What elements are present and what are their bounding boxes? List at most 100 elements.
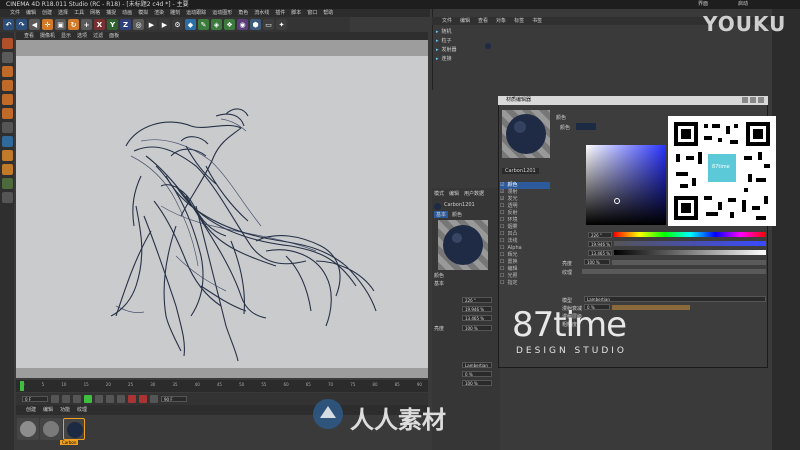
material-menu-item-3[interactable]: 纹理 — [77, 405, 87, 415]
menu-item-5[interactable]: 网格 — [90, 9, 100, 17]
attr-s-field[interactable]: 19.946 % — [462, 306, 492, 312]
channel-item[interactable]: ☐ 指定 — [500, 280, 550, 287]
viewport-menu-item-1[interactable]: 摄像机 — [40, 32, 55, 40]
keyframe-icon[interactable] — [150, 395, 158, 403]
color-swatch[interactable] — [576, 123, 596, 130]
x-axis-button[interactable]: X — [94, 19, 105, 30]
object-menu-item-0[interactable]: 文件 — [442, 17, 452, 25]
channel-checkbox-icon[interactable]: ☐ — [500, 203, 504, 210]
menu-item-12[interactable]: 运动图形 — [212, 9, 232, 17]
menu-item-2[interactable]: 创建 — [42, 9, 52, 17]
cube-icon[interactable]: ◆ — [185, 19, 196, 30]
menu-item-4[interactable]: 工具 — [74, 9, 84, 17]
hue-field[interactable]: 226 ° — [588, 232, 612, 238]
channel-item[interactable]: ☐ 凹凸 — [500, 231, 550, 238]
object-row[interactable]: ▸ 随机 — [436, 28, 496, 36]
viewport-menu-item-5[interactable]: 面板 — [109, 32, 119, 40]
menu-item-13[interactable]: 角色 — [238, 9, 248, 17]
record-icon[interactable] — [128, 395, 136, 403]
viewport-menu-item-0[interactable]: 查看 — [24, 32, 34, 40]
channel-item[interactable]: ☐ 法线 — [500, 238, 550, 245]
render-settings-icon[interactable]: ⚙ — [172, 19, 183, 30]
attr-brightness-field[interactable]: 100 % — [462, 325, 492, 331]
workplane-icon[interactable] — [1, 150, 13, 161]
end-frame-field[interactable]: 90 F — [161, 396, 187, 402]
menu-item-9[interactable]: 渲染 — [154, 9, 164, 17]
y-axis-button[interactable]: Y — [107, 19, 118, 30]
prev-key-icon[interactable] — [62, 395, 70, 403]
render-icon[interactable]: ▶ — [159, 19, 170, 30]
brightness-field[interactable]: 100 % — [584, 259, 610, 265]
maximize-icon[interactable] — [750, 97, 756, 103]
close-icon[interactable] — [758, 97, 764, 103]
value-slider[interactable] — [614, 250, 766, 255]
menu-item-7[interactable]: 动画 — [122, 9, 132, 17]
material-menu-item-0[interactable]: 创建 — [26, 405, 36, 415]
axis-mode-icon[interactable] — [1, 122, 13, 133]
next-frame-icon[interactable] — [95, 395, 103, 403]
menu-item-11[interactable]: 运动跟踪 — [186, 9, 206, 17]
object-menu-item-5[interactable]: 书签 — [532, 17, 542, 25]
play-icon[interactable] — [84, 395, 92, 403]
layout-value[interactable]: 启动 — [738, 0, 748, 9]
channel-item[interactable]: ☑ 漫射 — [500, 189, 550, 196]
channel-item[interactable]: ☐ Alpha — [500, 245, 550, 252]
rotate-icon[interactable]: ↻ — [68, 19, 79, 30]
material-tag-icon[interactable] — [485, 43, 491, 49]
menu-item-8[interactable]: 模拟 — [138, 9, 148, 17]
solo-icon[interactable] — [1, 192, 13, 203]
attr-model-field[interactable]: Lambertian — [462, 362, 492, 368]
attr-menu-item-2[interactable]: 用户数据 — [464, 190, 484, 197]
menu-item-14[interactable]: 流水线 — [254, 9, 269, 17]
attr-h-field[interactable]: 226 ° — [462, 297, 492, 303]
prev-frame-icon[interactable] — [73, 395, 81, 403]
viewport-render[interactable] — [16, 56, 428, 368]
channel-item[interactable]: ☐ 编辑 — [500, 266, 550, 273]
layout-label[interactable]: 界面 — [698, 0, 708, 9]
select-icon[interactable]: ◀ — [29, 19, 40, 30]
channel-checkbox-icon[interactable]: ☑ — [500, 189, 504, 196]
channel-item[interactable]: ☐ 辉光 — [500, 252, 550, 259]
subdivision-icon[interactable]: ◈ — [211, 19, 222, 30]
model-select[interactable]: Lambertian — [584, 296, 766, 302]
value-field[interactable]: 13.465 % — [588, 250, 612, 256]
channel-item[interactable]: ☐ 透明 — [500, 203, 550, 210]
goto-start-icon[interactable] — [51, 395, 59, 403]
object-menu-item-1[interactable]: 编辑 — [460, 17, 470, 25]
menu-item-15[interactable]: 插件 — [275, 9, 285, 17]
brightness-slider[interactable] — [612, 260, 766, 265]
channel-checkbox-icon[interactable]: ☐ — [500, 266, 504, 273]
menu-item-16[interactable]: 脚本 — [291, 9, 301, 17]
model-mode-icon[interactable] — [1, 52, 13, 63]
attr-v-field[interactable]: 13.465 % — [462, 315, 492, 321]
menu-item-18[interactable]: 帮助 — [323, 9, 333, 17]
attr-menu-item-1[interactable]: 编辑 — [449, 190, 459, 197]
menu-item-6[interactable]: 捕捉 — [106, 9, 116, 17]
hue-slider[interactable] — [614, 232, 766, 237]
undo-icon[interactable]: ↶ — [3, 19, 14, 30]
texture-field[interactable] — [582, 269, 766, 274]
channel-checkbox-icon[interactable]: ☑ — [500, 196, 504, 203]
channel-checkbox-icon[interactable]: ☐ — [500, 238, 504, 245]
channel-item[interactable]: ☐ 环境 — [500, 217, 550, 224]
scale-icon[interactable]: ▣ — [55, 19, 66, 30]
playhead[interactable] — [20, 381, 24, 391]
tab-basic[interactable]: 基本 — [434, 211, 449, 218]
material-name-field[interactable]: Carbon1201 — [502, 168, 539, 174]
channel-item[interactable]: ☐ 反射 — [500, 210, 550, 217]
material-menu-item-2[interactable]: 功能 — [60, 405, 70, 415]
channel-checkbox-icon[interactable]: ☐ — [500, 224, 504, 231]
tab-color[interactable]: 颜色 — [452, 211, 462, 218]
coord-icon[interactable]: ◎ — [133, 19, 144, 30]
color-picker-field[interactable] — [586, 145, 666, 225]
viewport-menu-item-2[interactable]: 显示 — [61, 32, 71, 40]
render-view-icon[interactable]: ▶ — [146, 19, 157, 30]
channel-checkbox-icon[interactable]: ☑ — [500, 182, 504, 189]
minimize-icon[interactable] — [742, 97, 748, 103]
channel-checkbox-icon[interactable]: ☐ — [500, 231, 504, 238]
attr-diffuse-field[interactable]: 0 % — [462, 371, 492, 377]
autokey-icon[interactable] — [139, 395, 147, 403]
texture-mode-icon[interactable] — [1, 66, 13, 77]
picker-cursor[interactable] — [614, 198, 620, 204]
array-icon[interactable]: ❖ — [224, 19, 235, 30]
